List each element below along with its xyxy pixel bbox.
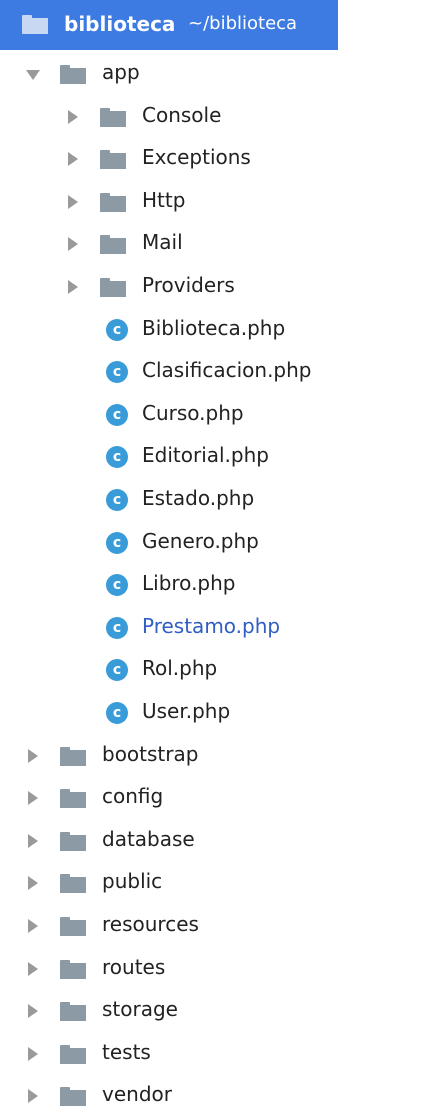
file-label: Rol.php [142,656,218,681]
folder-icon [100,192,126,212]
file-label: Editorial.php [142,443,269,468]
folder-label: routes [102,954,166,979]
tree-item-mail[interactable]: Mail [0,223,444,265]
tree-item-config[interactable]: config [0,777,444,819]
chevron-right-icon[interactable] [28,961,38,976]
class-file-icon: c [106,702,128,724]
tree-item-user-php[interactable]: c User.php [0,692,444,734]
folder-label: bootstrap [102,741,199,766]
tree-item-bootstrap[interactable]: bootstrap [0,735,444,777]
chevron-right-icon[interactable] [28,833,38,848]
chevron-right-icon[interactable] [28,1004,38,1019]
folder-label: Providers [142,273,235,297]
folder-label: resources [102,912,199,936]
tree-item-http[interactable]: Http [0,181,444,223]
file-label: User.php [142,699,231,723]
class-file-icon: c [106,446,128,469]
chevron-right-icon[interactable] [28,1089,38,1104]
folder-label: app [102,60,140,84]
folder-label: config [102,784,164,809]
class-file-icon: c [106,531,128,554]
root-folder-name: biblioteca [64,12,176,36]
tree-item-curso-php[interactable]: c Curso.php [0,394,444,436]
folder-label: storage [102,997,178,1022]
file-label: Estado.php [142,486,255,510]
chevron-right-icon[interactable] [28,876,38,891]
folder-icon [60,959,86,979]
chevron-right-icon[interactable] [68,109,78,124]
folder-icon [60,1002,86,1022]
folder-label: Mail [142,230,183,255]
tree-item-vendor[interactable]: vendor [0,1075,444,1117]
class-file-icon: c [106,574,128,597]
file-label: Genero.php [142,528,259,553]
tree-item-exceptions[interactable]: Exceptions [0,138,444,180]
folder-icon [100,107,126,127]
tree-item-genero-php[interactable]: c Genero.php [0,522,444,564]
tree-item-editorial-php[interactable]: c Editorial.php [0,436,444,478]
class-file-icon: c [106,489,128,511]
chevron-right-icon[interactable] [68,280,78,294]
folder-label: Console [142,102,222,127]
project-tree: biblioteca ~/biblioteca app Console Except… [0,0,444,1107]
folder-label: vendor [102,1082,172,1107]
tree-item-providers[interactable]: Providers [0,266,444,308]
chevron-right-icon[interactable] [28,919,38,933]
folder-icon [60,874,86,894]
tree-item-rol-php[interactable]: c Rol.php [0,649,444,691]
chevron-right-icon[interactable] [28,1046,38,1061]
folder-label: Http [142,187,186,212]
folder-icon [60,917,86,936]
class-file-icon: c [106,403,128,426]
class-file-icon: c [106,616,128,639]
file-label: Prestamo.php [142,613,281,638]
folder-icon [60,789,86,809]
tree-item-public[interactable]: public [0,862,444,904]
tree-item-database[interactable]: database [0,820,444,862]
folder-label: tests [102,1039,151,1064]
file-label: Curso.php [142,400,244,425]
root-folder-path: ~/biblioteca [188,13,298,34]
tree-item-storage[interactable]: storage [0,990,444,1032]
folder-icon [60,1044,86,1064]
tree-item-app[interactable]: app [0,53,444,95]
tree-item-biblioteca-php[interactable]: c Biblioteca.php [0,309,444,351]
class-file-icon: c [106,318,128,341]
folder-icon [100,235,126,255]
folder-label: Exceptions [142,145,251,170]
tree-item-estado-php[interactable]: c Estado.php [0,479,444,521]
chevron-right-icon[interactable] [28,791,38,806]
tree-item-prestamo-php[interactable]: c Prestamo.php [0,607,444,649]
tree-root-row[interactable]: biblioteca ~/biblioteca [0,0,338,50]
folder-label: public [102,869,163,894]
folder-icon [60,1087,86,1107]
folder-icon [60,65,86,84]
folder-icon [100,150,126,170]
folder-icon [60,831,86,851]
chevron-right-icon[interactable] [68,237,78,252]
tree-item-console[interactable]: Console [0,96,444,138]
file-label: Clasificacion.php [142,358,312,383]
folder-icon [100,278,126,297]
file-label: Biblioteca.php [142,315,286,340]
class-file-icon: c [106,361,128,384]
tree-item-tests[interactable]: tests [0,1033,444,1075]
chevron-right-icon[interactable] [68,194,78,209]
chevron-right-icon[interactable] [28,748,38,763]
tree-item-clasificacion-php[interactable]: c Clasificacion.php [0,351,444,393]
class-file-icon: c [106,659,128,682]
folder-icon [60,746,86,766]
file-label: Libro.php [142,571,236,596]
tree-item-libro-php[interactable]: c Libro.php [0,564,444,606]
folder-label: database [102,826,195,851]
folder-icon [22,15,48,34]
chevron-down-icon[interactable] [26,70,40,80]
tree-item-routes[interactable]: routes [0,948,444,990]
chevron-right-icon[interactable] [68,152,78,167]
tree-item-resources[interactable]: resources [0,905,444,947]
